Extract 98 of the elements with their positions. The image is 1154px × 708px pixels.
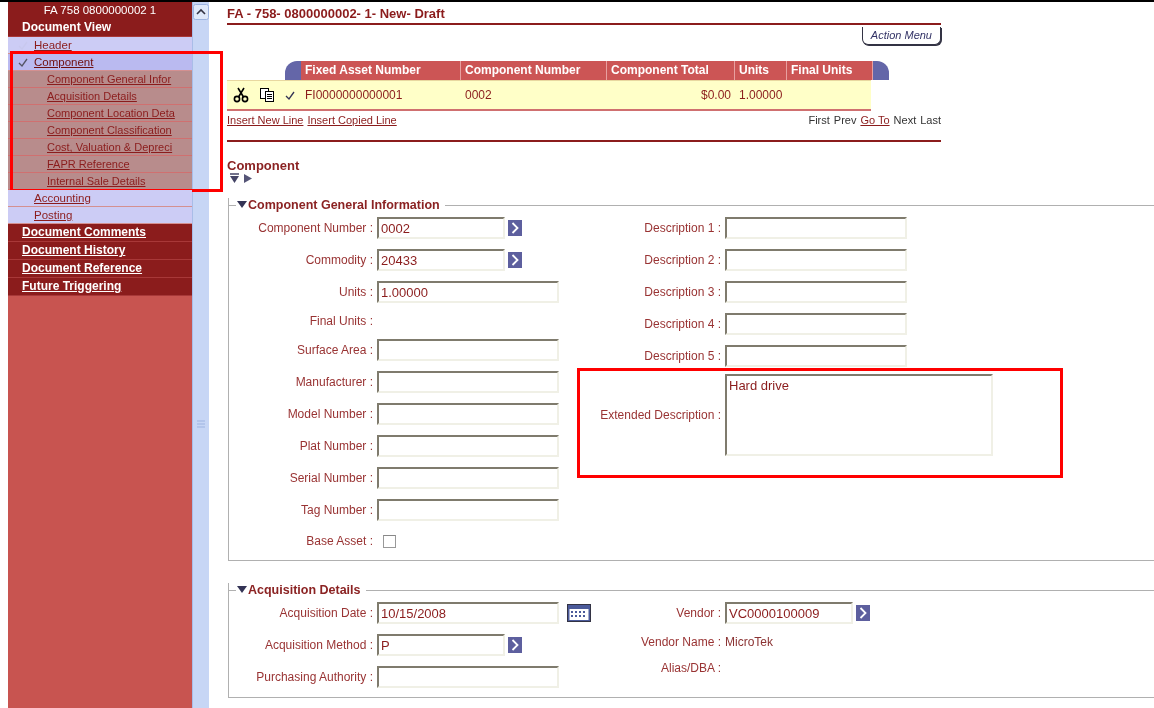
chevron-icon	[859, 607, 867, 619]
table-row[interactable]: FI0000000000001 0002 $0.00 1.00000	[227, 80, 871, 111]
field-label: Tag Number :	[299, 503, 374, 517]
chevron-icon	[511, 254, 519, 266]
input-field[interactable]	[725, 345, 907, 367]
right-arrow-icon[interactable]	[242, 173, 253, 184]
field-label: Acquisition Method :	[263, 638, 374, 652]
field-label: Description 4 :	[643, 317, 722, 331]
lookup-button[interactable]	[855, 604, 871, 622]
field-label: Description 1 :	[643, 221, 722, 235]
scrollbar[interactable]	[192, 2, 209, 708]
field-label: Description 3 :	[643, 285, 722, 299]
sidebar-link[interactable]: Posting	[34, 207, 73, 223]
table-cell-text: $0.00	[699, 88, 732, 102]
input-field[interactable]	[377, 666, 559, 688]
scroll-up-icon[interactable]	[193, 4, 209, 20]
field-label: Purchasing Authority :	[255, 670, 374, 684]
document-id: FA 758 0800000002 1	[8, 2, 192, 19]
pager-link[interactable]: Go To	[860, 114, 890, 126]
sidebar-link[interactable]: Accounting	[34, 190, 91, 206]
sidebar-section[interactable]: Document Comments	[8, 224, 192, 242]
column-header[interactable]: Final Units	[787, 61, 873, 80]
pager-link[interactable]: Next	[893, 114, 917, 126]
input-field[interactable]: 10/15/2008	[377, 602, 559, 624]
field-label: Base Asset :	[305, 534, 374, 548]
input-field[interactable]	[725, 217, 907, 239]
pager-link[interactable]: Last	[920, 114, 941, 126]
input-field[interactable]	[377, 403, 559, 425]
sidebar-link[interactable]: Header	[34, 37, 72, 53]
field-label: Surface Area :	[295, 343, 374, 357]
calendar-icon[interactable]	[567, 604, 591, 622]
field-label: Description 5 :	[643, 349, 722, 363]
field-label: Acquisition Date :	[278, 606, 374, 620]
scissors-icon[interactable]	[233, 87, 249, 103]
lookup-button[interactable]	[507, 219, 523, 237]
field-label: Serial Number :	[288, 471, 374, 485]
sidebar-item[interactable]: Component	[8, 54, 192, 71]
document-title: FA - 758- 0800000002- 1- New- Draft	[227, 2, 941, 25]
field-label: Extended Description :	[599, 408, 722, 422]
lookup-button[interactable]	[507, 251, 523, 269]
section-title: Component General Information	[248, 198, 440, 212]
field-label: Manufacturer :	[294, 375, 374, 389]
input-field[interactable]: VC0000100009	[725, 602, 853, 624]
field-label: Description 2 :	[643, 253, 722, 267]
input-field[interactable]	[377, 467, 559, 489]
input-field[interactable]: 0002	[377, 217, 505, 239]
collapse-triangle-icon[interactable]	[237, 586, 247, 594]
field-label: Vendor :	[675, 606, 722, 620]
field-label: Vendor Name :	[639, 635, 722, 649]
input-field[interactable]	[725, 249, 907, 271]
field-label: Final Units :	[308, 314, 374, 328]
table-cell-text: 0002	[464, 88, 493, 102]
chevron-icon	[511, 222, 519, 234]
table-cell-text: FI0000000000001	[304, 88, 404, 102]
field-label: Model Number :	[286, 407, 374, 421]
input-field[interactable]	[377, 499, 559, 521]
sidebar-item[interactable]: Posting	[8, 207, 192, 224]
checkbox[interactable]	[383, 534, 396, 548]
section-heading: Component	[227, 158, 301, 173]
table-header-cap	[285, 61, 301, 80]
section-title: Acquisition Details	[248, 583, 361, 597]
field-label: Units :	[338, 285, 374, 299]
input-field[interactable]	[725, 281, 907, 303]
sidebar-section[interactable]: Document History	[8, 242, 192, 260]
down-arrow-icon[interactable]	[229, 173, 240, 184]
field-label: Plat Number :	[298, 439, 374, 453]
input-field[interactable]: 20433	[377, 249, 505, 271]
input-field[interactable]: 1.00000	[377, 281, 559, 303]
input-field[interactable]: P	[377, 634, 505, 656]
collapse-triangle-icon[interactable]	[237, 201, 247, 209]
table-header-cap	[873, 61, 889, 80]
sidebar-section[interactable]: Document View	[8, 19, 192, 37]
sidebar-link[interactable]: Component	[34, 54, 94, 70]
pager-link[interactable]: Prev	[833, 114, 857, 126]
sidebar-item[interactable]: Accounting	[8, 190, 192, 207]
link[interactable]: Insert Copied Line	[307, 114, 397, 126]
table-cell-text: 1.00000	[738, 88, 784, 102]
sidebar-section[interactable]: Future Triggering	[8, 278, 192, 296]
pager-link[interactable]: First	[808, 114, 830, 126]
column-header[interactable]: Units	[735, 61, 787, 80]
column-header[interactable]: Component Number	[461, 61, 607, 80]
field-value: MicroTek	[725, 635, 773, 649]
lookup-button[interactable]	[507, 636, 523, 654]
input-field[interactable]	[377, 435, 559, 457]
column-header[interactable]: Component Total	[607, 61, 735, 80]
column-header[interactable]: Fixed Asset Number	[301, 61, 461, 80]
field-label: Component Number :	[257, 221, 374, 235]
copy-icon[interactable]	[259, 87, 275, 103]
input-field[interactable]	[377, 371, 559, 393]
field-label: Alias/DBA :	[659, 661, 722, 675]
link[interactable]: Insert New Line	[227, 114, 304, 126]
field-label: Commodity :	[304, 253, 374, 267]
text-area[interactable]: Hard drive	[725, 374, 993, 456]
input-field[interactable]	[725, 313, 907, 335]
action-menu-button[interactable]: Action Menu	[861, 27, 941, 45]
input-field[interactable]	[377, 339, 559, 361]
sidebar-section[interactable]: Document Reference	[8, 260, 192, 278]
chevron-icon	[511, 639, 519, 651]
